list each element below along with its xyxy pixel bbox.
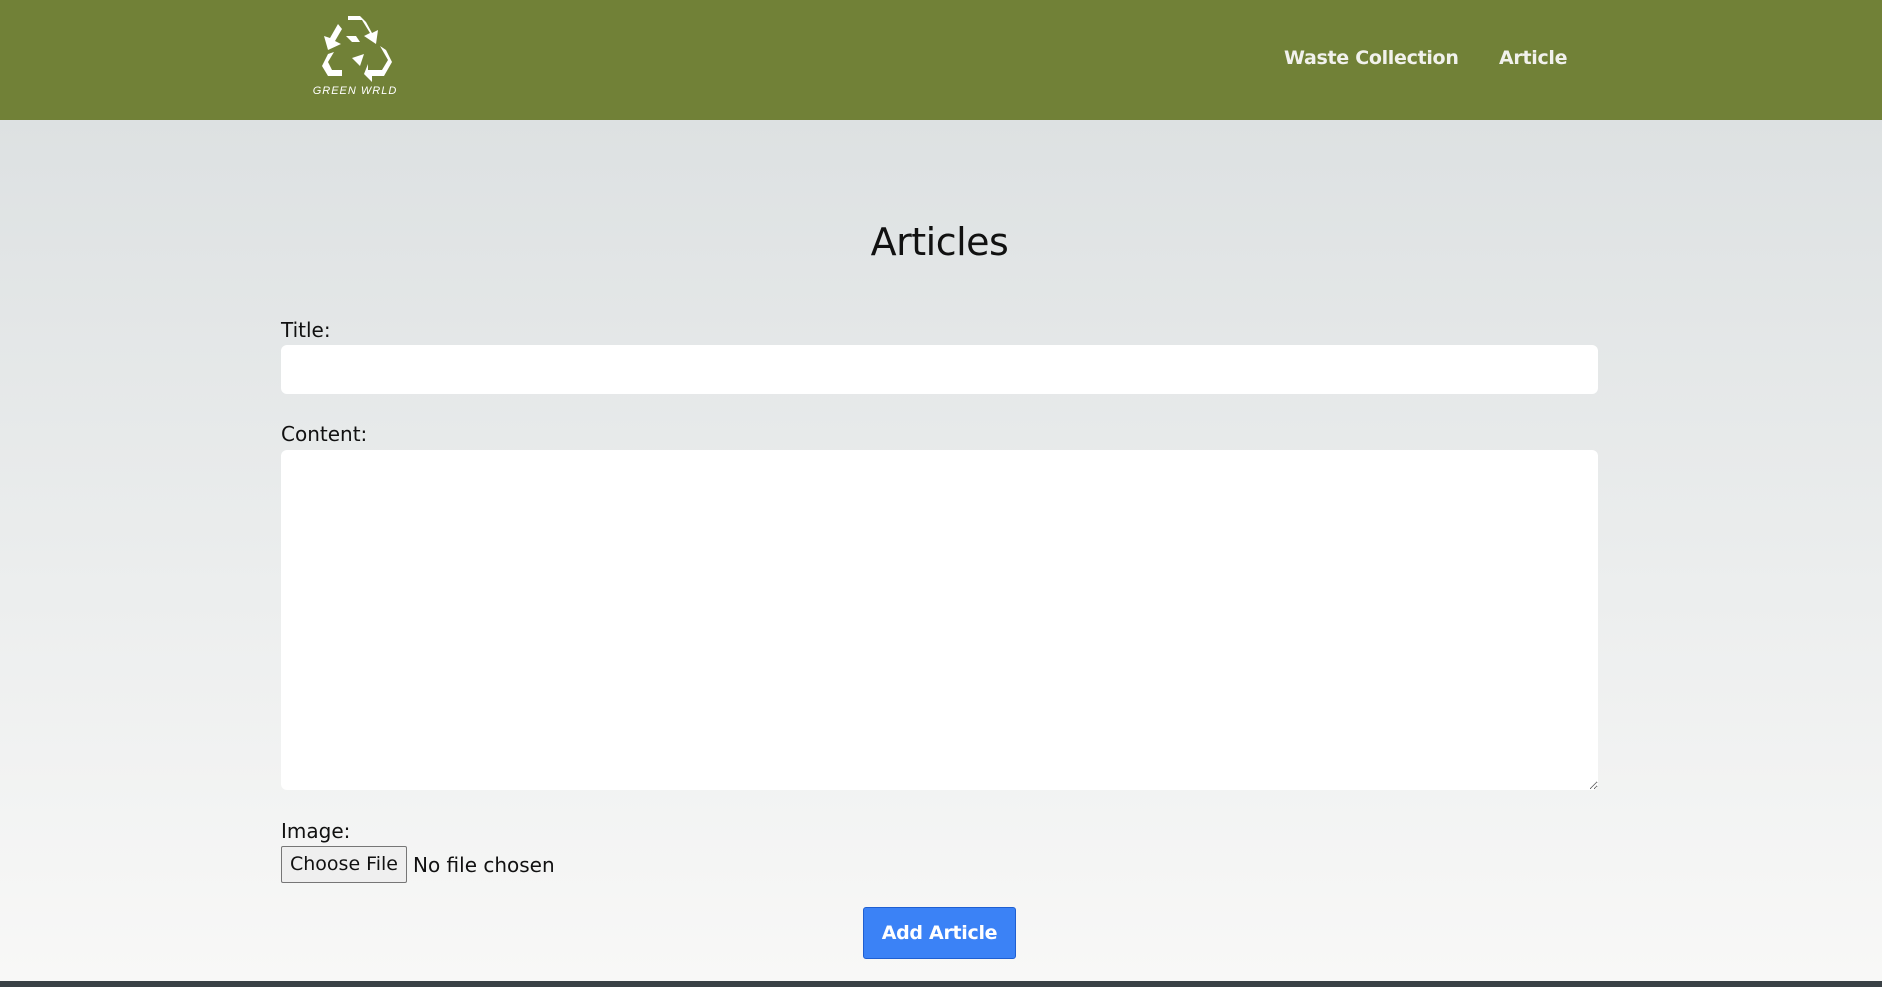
file-input[interactable]: Choose File No file chosen <box>281 846 555 883</box>
title-label: Title: <box>281 318 331 342</box>
content-textarea[interactable] <box>281 450 1598 790</box>
recycle-logo: GREEN WRLD <box>313 16 398 97</box>
nav-link-waste-collection[interactable]: Waste Collection <box>1284 44 1459 72</box>
navbar: GREEN WRLD Waste Collection Article <box>0 0 1882 120</box>
bottom-divider <box>0 981 1882 987</box>
page-title: Articles <box>870 220 1009 264</box>
title-input[interactable] <box>281 345 1598 394</box>
logo-link[interactable]: GREEN WRLD <box>290 14 420 100</box>
recycle-icon <box>322 16 392 82</box>
choose-file-button[interactable]: Choose File <box>281 846 407 883</box>
image-label: Image: <box>281 819 351 843</box>
content-label: Content: <box>281 422 368 446</box>
logo-text: GREEN WRLD <box>313 85 398 97</box>
add-article-button[interactable]: Add Article <box>863 907 1016 959</box>
nav-link-article[interactable]: Article <box>1499 44 1568 72</box>
file-status-text: No file chosen <box>412 852 555 877</box>
